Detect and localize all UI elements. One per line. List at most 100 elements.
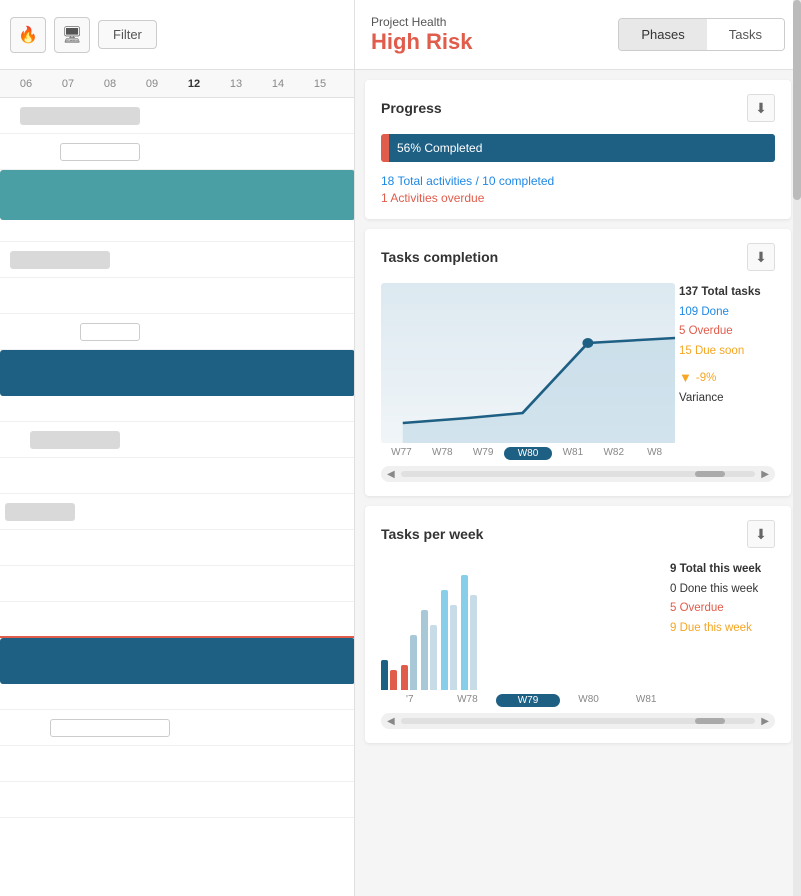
wbl-w79-current: W79 xyxy=(496,694,560,707)
overdue-text: 1 Activities overdue xyxy=(381,191,775,205)
health-title-area: Project Health High Risk xyxy=(371,15,472,55)
gantt-row xyxy=(0,638,354,674)
gantt-row xyxy=(0,530,354,566)
gantt-row xyxy=(0,170,354,206)
bar-very-light xyxy=(430,625,437,690)
tasks-completion-card: Tasks completion ⬇ 137 Total tasks 109 D… xyxy=(365,229,791,496)
week-w78: W78 xyxy=(422,447,463,460)
gantt-row xyxy=(0,314,354,350)
done-stat: 109 Done xyxy=(679,303,775,323)
wbl-7: '7 xyxy=(381,694,439,707)
gantt-row xyxy=(0,350,354,386)
week-13: 13 xyxy=(215,78,257,90)
bar-group-w80 xyxy=(441,590,457,690)
progress-bar-label: 56% Completed xyxy=(397,141,482,155)
progress-title: Progress xyxy=(381,100,442,116)
tasks-completion-chart-wrapper: 137 Total tasks 109 Done 5 Overdue 15 Du… xyxy=(381,283,775,482)
scroll-left-arrow[interactable]: ◀ xyxy=(381,469,401,480)
gantt-row xyxy=(0,494,354,530)
week-14: 14 xyxy=(257,78,299,90)
wbl-w80: W80 xyxy=(560,694,618,707)
filter-button[interactable]: Filter xyxy=(98,20,157,49)
scroll-thumb xyxy=(695,471,725,477)
health-status: High Risk xyxy=(371,29,472,55)
week-w82: W82 xyxy=(593,447,634,460)
timeline-header: 06 07 08 09 12 13 14 15 xyxy=(0,70,354,98)
right-scrollbar[interactable] xyxy=(793,0,801,896)
bar-sky xyxy=(441,590,448,690)
tasks-per-week-scrollbar[interactable]: ◀ ▶ xyxy=(381,713,775,729)
chart-svg xyxy=(381,283,675,443)
progress-bar-blue: 56% Completed xyxy=(389,134,775,162)
right-scrollbar-thumb xyxy=(793,0,801,200)
monitor-button[interactable]: 🖥 xyxy=(54,17,90,53)
gantt-row xyxy=(0,422,354,458)
weekly-chart-wrapper: 9 Total this week 0 Done this week 5 Ove… xyxy=(381,560,775,729)
right-panel: Project Health High Risk Phases Tasks Pr… xyxy=(355,0,801,896)
variance-label: Variance xyxy=(679,389,775,409)
variance-pct: -9% xyxy=(696,369,716,389)
variance-area: ▼ -9% xyxy=(679,367,775,389)
tasks-completion-scrollbar[interactable]: ◀ ▶ xyxy=(381,466,775,482)
bar-group-w81 xyxy=(461,575,477,690)
bar-navy xyxy=(381,660,388,690)
gantt-row xyxy=(0,134,354,170)
gantt-row xyxy=(0,206,354,242)
gantt-panel: 🔥 🖥 Filter 06 07 08 09 12 13 14 15 xyxy=(0,0,355,896)
week-w79: W79 xyxy=(463,447,504,460)
tasks-tab[interactable]: Tasks xyxy=(707,19,784,50)
weekly-scroll-left[interactable]: ◀ xyxy=(381,716,401,727)
progress-download-button[interactable]: ⬇ xyxy=(747,94,775,122)
weekly-scroll-right[interactable]: ▶ xyxy=(755,716,775,727)
tasks-per-week-title: Tasks per week xyxy=(381,526,483,542)
wbl-w78: W78 xyxy=(439,694,497,707)
tasks-completion-download[interactable]: ⬇ xyxy=(747,243,775,271)
week-08: 08 xyxy=(89,78,131,90)
week-w80-current: W80 xyxy=(504,447,553,460)
scroll-right-arrow[interactable]: ▶ xyxy=(755,469,775,480)
wbl-w81: W81 xyxy=(617,694,675,707)
weekly-scroll-thumb xyxy=(695,718,725,724)
bar-very-light xyxy=(470,595,477,690)
week-12: 12 xyxy=(173,78,215,90)
gantt-row xyxy=(0,242,354,278)
done-this-week: 0 Done this week xyxy=(670,580,775,600)
bar-very-light xyxy=(450,605,457,690)
tasks-per-week-header: Tasks per week ⬇ xyxy=(381,520,775,548)
tab-group: Phases Tasks xyxy=(618,18,785,51)
total-activities: 18 Total activities / 10 completed xyxy=(381,172,775,191)
gantt-row xyxy=(0,602,354,638)
gantt-row xyxy=(0,782,354,818)
overdue-stat: 5 Overdue xyxy=(679,322,775,342)
week-07: 07 xyxy=(47,78,89,90)
week-bar-labels: '7 W78 W79 W80 W81 xyxy=(381,694,775,707)
week-w81: W81 xyxy=(552,447,593,460)
tasks-completion-chart: 137 Total tasks 109 Done 5 Overdue 15 Du… xyxy=(381,283,775,443)
progress-card-header: Progress ⬇ xyxy=(381,94,775,122)
week-15: 15 xyxy=(299,78,341,90)
flame-button[interactable]: 🔥 xyxy=(10,17,46,53)
total-this-week: 9 Total this week xyxy=(670,560,775,580)
toolbar: 🔥 🖥 Filter xyxy=(0,0,354,70)
tasks-per-week-download[interactable]: ⬇ xyxy=(747,520,775,548)
tasks-completion-header: Tasks completion ⬇ xyxy=(381,243,775,271)
total-tasks-stat: 137 Total tasks xyxy=(679,283,775,303)
bar-group-w79 xyxy=(421,610,437,690)
week-w77: W77 xyxy=(381,447,422,460)
bar-sky xyxy=(461,575,468,690)
weekly-overdue: 5 Overdue xyxy=(670,599,775,619)
phases-tab[interactable]: Phases xyxy=(619,19,706,50)
bar-coral xyxy=(390,670,397,690)
week-labels: W77 W78 W79 W80 W81 W82 W8 xyxy=(381,447,775,460)
scroll-track xyxy=(401,471,756,477)
due-soon-stat: 15 Due soon xyxy=(679,342,775,362)
bar-coral xyxy=(401,665,408,690)
tasks-completion-title: Tasks completion xyxy=(381,249,498,265)
weekly-scroll-track xyxy=(401,718,756,724)
progress-bar: 56% Completed xyxy=(381,134,775,162)
bar-light-blue xyxy=(410,635,417,690)
gantt-row xyxy=(0,674,354,710)
weekly-chart-area: 9 Total this week 0 Done this week 5 Ove… xyxy=(381,560,775,690)
bar-group-w78 xyxy=(401,635,417,690)
chart-stats: 137 Total tasks 109 Done 5 Overdue 15 Du… xyxy=(679,283,775,409)
